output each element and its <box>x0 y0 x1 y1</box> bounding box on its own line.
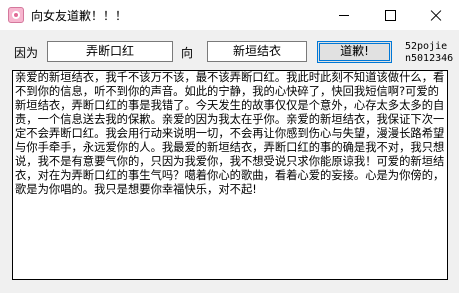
maximize-icon <box>384 9 396 21</box>
maximize-button[interactable] <box>367 0 413 30</box>
message-textarea[interactable]: 亲爱的新垣结衣，我千不该万不该，最不该弄断口红。我此时此刻不知道该做什么，看不到… <box>12 70 448 280</box>
close-button[interactable] <box>413 0 459 30</box>
apology-button[interactable]: 道歉! <box>317 41 392 63</box>
author-line-2: n5012346 <box>405 53 454 64</box>
person-input[interactable]: 新垣结衣 <box>207 41 307 62</box>
author-line-1: 52pojie <box>405 41 448 52</box>
minimize-icon <box>339 14 349 16</box>
close-icon <box>430 9 442 21</box>
author-credit: 52pojie n5012346 <box>405 41 453 65</box>
window-title: 向女友道歉！！！ <box>31 9 128 23</box>
because-label: 因为 <box>14 46 39 60</box>
to-label: 向 <box>181 46 194 60</box>
title-bar: 向女友道歉！！！ <box>0 0 459 30</box>
thing-input[interactable]: 弄断口红 <box>47 41 173 62</box>
minimize-button[interactable] <box>321 0 367 30</box>
app-icon <box>8 7 24 23</box>
